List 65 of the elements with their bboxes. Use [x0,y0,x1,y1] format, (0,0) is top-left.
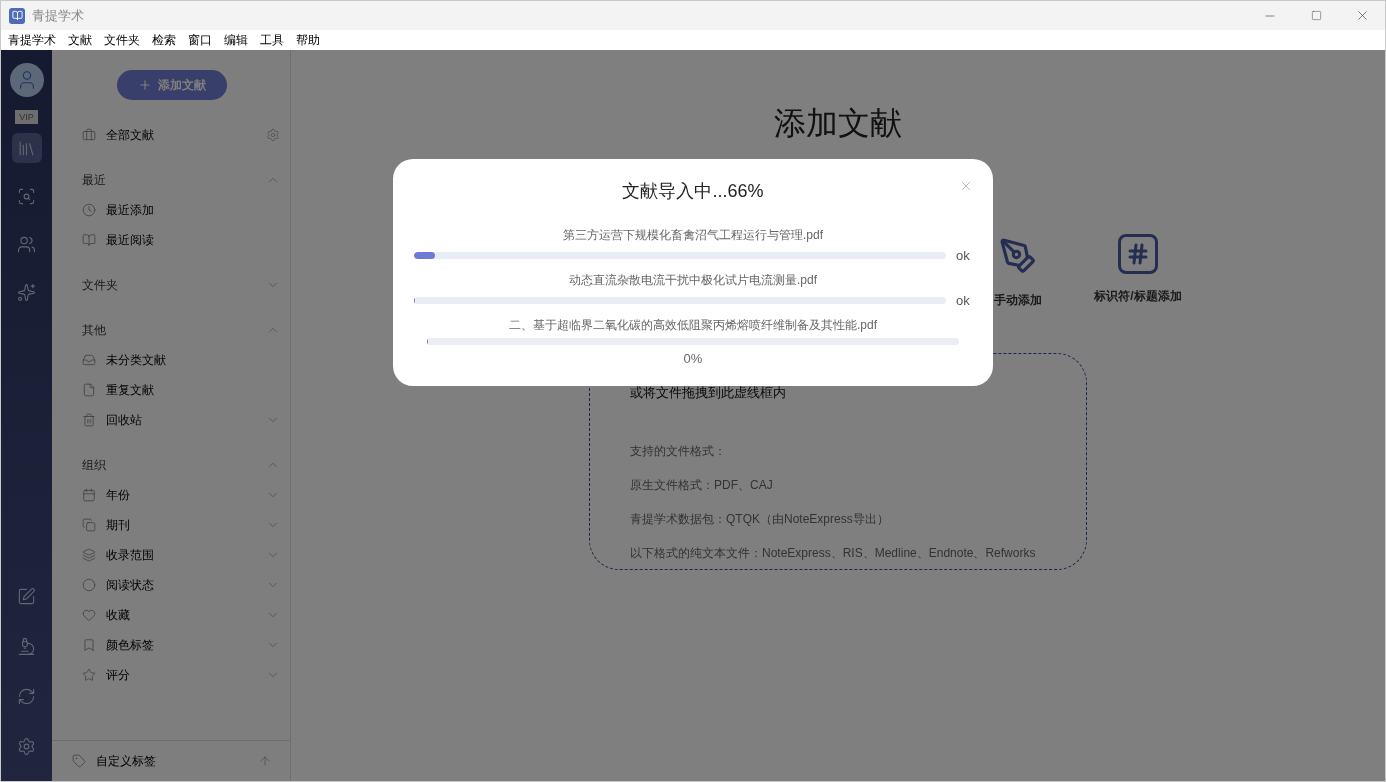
trash-icon [82,413,96,427]
status-text: ok [956,293,970,308]
file-icon [82,383,96,397]
plus-icon [138,78,152,92]
hash-icon[interactable] [1118,234,1158,274]
heart-icon [82,608,96,622]
close-icon[interactable] [959,179,973,193]
custom-tags-label[interactable]: 自定义标签 [96,752,258,770]
layers-icon [82,548,96,562]
arrow-up-icon[interactable] [258,754,272,768]
section-header[interactable]: 组织 [82,456,266,474]
menu-item[interactable]: 检索 [152,31,176,49]
sidebar-item[interactable]: 重复文献 [106,381,280,399]
briefcase-icon [82,128,96,142]
section-header[interactable]: 最近 [82,171,266,189]
format-text: 原生文件格式：PDF、CAJ [630,477,774,494]
drop-zone-title: 或将文件拖拽到此虚线框内 [630,384,787,402]
user-avatar-icon[interactable] [9,63,44,97]
menu-item[interactable]: 帮助 [296,31,320,49]
section-header[interactable]: 文件夹 [82,276,266,294]
file-name: 动态直流杂散电流干扰中极化试片电流测量.pdf [569,272,817,289]
calendar-icon [82,488,96,502]
method-label[interactable]: 手动添加 [994,292,1042,309]
section-header[interactable]: 其他 [82,321,266,339]
sidebar-item[interactable]: 期刊 [106,516,266,534]
sidebar-item[interactable]: 阅读状态 [106,576,266,594]
sidebar-item[interactable]: 收录范围 [106,546,266,564]
sidebar-item[interactable]: 回收站 [106,411,266,429]
settings-icon[interactable] [266,128,280,142]
books-icon[interactable] [11,133,42,163]
menu-item[interactable]: 青提学术 [8,31,56,49]
copy-icon [82,518,96,532]
sidebar-item[interactable]: 收藏 [106,606,266,624]
bookmark-icon [82,638,96,652]
sidebar-item[interactable]: 最近阅读 [106,231,280,249]
sidebar-item[interactable]: 最近添加 [106,201,280,219]
sidebar-item[interactable]: 评分 [106,666,266,684]
book-icon [82,233,96,247]
dialog-title: 文献导入中...66% [622,180,764,203]
sidebar-item[interactable]: 年份 [106,486,266,504]
circle-icon [82,578,96,592]
menu-item[interactable]: 文件夹 [104,31,140,49]
tag-icon [72,754,86,768]
app-logo-icon [9,7,25,24]
sidebar-item[interactable]: 颜色标签 [106,636,266,654]
menu-item[interactable]: 工具 [260,31,284,49]
clock-icon [82,203,96,217]
menu-item[interactable]: 编辑 [224,31,248,49]
window-title: 青提学术 [32,6,85,25]
page-title: 添加文献 [774,104,902,143]
format-text: 以下格式的纯文本文件：NoteExpress、RIS、Medline、Endnote、Refworks [630,545,1037,562]
menu-item[interactable]: 窗口 [188,31,212,49]
inbox-icon [82,353,96,367]
maximize-icon[interactable] [1310,10,1322,21]
menu-item[interactable]: 文献 [68,31,92,49]
star-icon [82,668,96,682]
file-name: 二、基于超临界二氧化碳的高效低阻聚丙烯熔喷纤维制备及其性能.pdf [509,317,877,334]
format-text: 青提学术数据包：QTQK（由NoteExpress导出） [630,511,890,528]
sidebar-item[interactable]: 全部文献 [106,126,266,144]
method-label[interactable]: 标识符/标题添加 [1094,288,1182,305]
format-text: 支持的文件格式： [630,443,727,460]
status-text: ok [956,248,970,263]
file-name: 第三方运营下规模化畜禽沼气工程运行与管理.pdf [563,227,823,244]
progress-text: 0% [683,351,703,366]
sidebar-item[interactable]: 未分类文献 [106,351,280,369]
